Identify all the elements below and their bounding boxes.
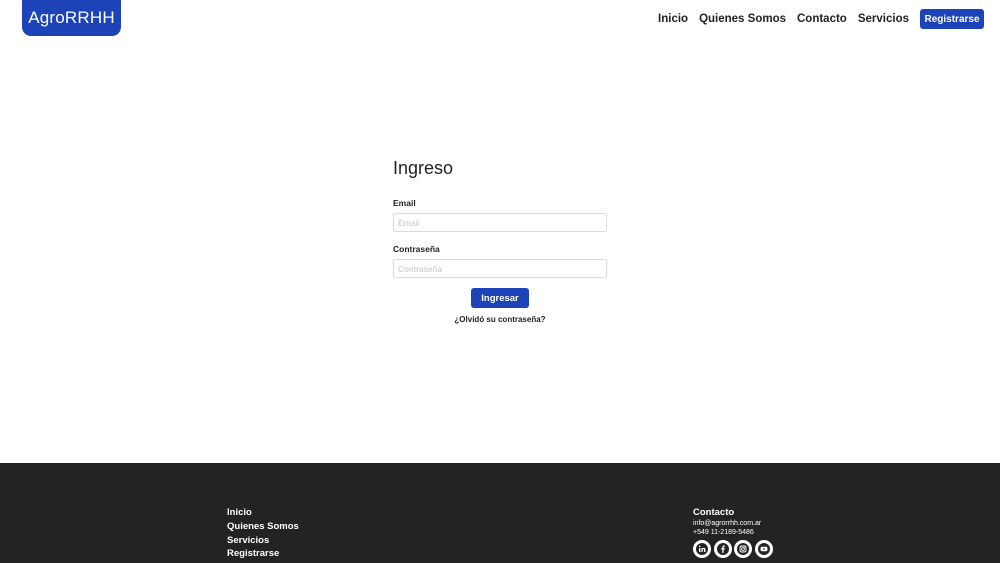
login-button[interactable]: Ingresar (471, 288, 529, 308)
main-nav: Inicio Quienes Somos Contacto Servicios … (658, 9, 984, 29)
social-links (693, 540, 775, 558)
email-field[interactable] (393, 213, 607, 232)
footer-link-inicio[interactable]: Inicio (227, 507, 299, 521)
footer-contact: Contacto info@agrorrhh.com.ar +549 11-21… (693, 507, 775, 558)
nav-servicios[interactable]: Servicios (858, 13, 909, 25)
footer-links: Inicio Quienes Somos Servicios Registrar… (227, 507, 299, 562)
footer-link-quienes-somos[interactable]: Quienes Somos (227, 521, 299, 535)
contact-title: Contacto (693, 507, 735, 518)
forgot-password-link[interactable]: ¿Olvidó su contraseña? (393, 315, 607, 324)
password-label: Contraseña (393, 244, 440, 254)
facebook-icon[interactable] (713, 540, 732, 558)
nav-inicio[interactable]: Inicio (658, 13, 688, 25)
email-label: Email (393, 198, 416, 208)
nav-contacto[interactable]: Contacto (797, 13, 847, 25)
register-button[interactable]: Registrarse (920, 9, 984, 29)
contact-phone: +549 11-2189-5486 (693, 529, 754, 536)
contact-email[interactable]: info@agrorrhh.com.ar (693, 520, 775, 527)
logo[interactable]: AgroRRHH (22, 0, 121, 36)
password-field[interactable] (393, 259, 607, 278)
footer: Inicio Quienes Somos Servicios Registrar… (0, 463, 1000, 563)
instagram-icon[interactable] (734, 540, 752, 558)
page-title: Ingreso (393, 158, 454, 178)
youtube-icon[interactable] (754, 540, 773, 558)
linkedin-icon[interactable] (693, 540, 711, 558)
nav-quienes-somos[interactable]: Quienes Somos (699, 13, 786, 25)
footer-link-registrarse[interactable]: Registrarse (227, 548, 299, 562)
login-form: Ingreso Email Contraseña Ingresar ¿Olvid… (393, 158, 607, 324)
footer-link-servicios[interactable]: Servicios (227, 535, 299, 549)
